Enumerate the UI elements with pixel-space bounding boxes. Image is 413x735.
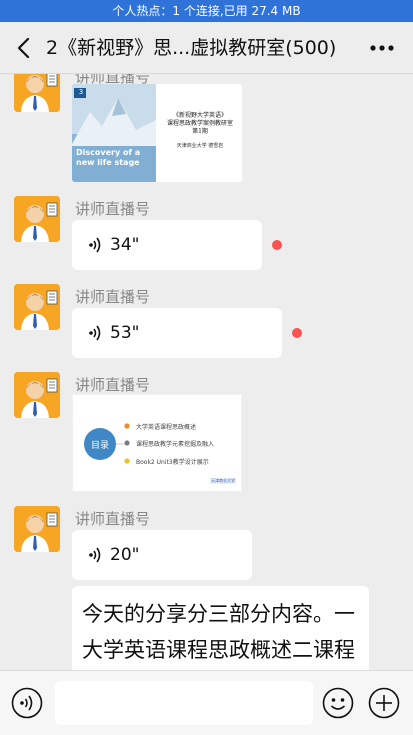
sender-name: 讲师直播号	[75, 376, 151, 394]
sender-name: 讲师直播号	[75, 200, 151, 218]
chat-title: 2《新视野》思...虚拟教研室(500)	[46, 37, 337, 59]
input-bar	[0, 670, 413, 735]
toc-item: 课程思政教学元素挖掘及融入	[136, 441, 215, 448]
sender-name: 讲师直播号	[75, 288, 151, 306]
teacher-avatar-icon	[14, 372, 60, 418]
message-list[interactable]: 讲师直播号 3 Discovery of a new life stage 《新…	[0, 74, 413, 670]
toc-item: Book2 Unit3教学设计展示	[136, 459, 209, 466]
voice-wave-icon	[89, 325, 101, 341]
voice-message[interactable]: 20"	[72, 530, 252, 580]
slide-title-line3: 第1期	[192, 128, 208, 135]
voice-input-icon[interactable]	[11, 687, 43, 719]
voice-wave-icon	[89, 547, 101, 563]
voice-duration: 34"	[110, 235, 140, 255]
teacher-avatar-icon	[14, 506, 60, 552]
chat-header: 2《新视野》思...虚拟教研室(500)	[0, 22, 413, 74]
sender-name: 讲师直播号	[75, 510, 151, 528]
hotspot-status-bar: 个人热点：1 个连接,已用 27.4 MB	[0, 0, 413, 22]
emoji-icon[interactable]	[322, 687, 354, 719]
image-message[interactable]: 目录 大学英语课程思政概述 课程思政教学元素挖掘及融入 Book2 Unit3教…	[72, 394, 242, 492]
voice-duration: 20"	[110, 545, 140, 565]
plus-icon[interactable]	[368, 687, 400, 719]
slide-logo-text: 天津商业大学	[211, 478, 235, 483]
hotspot-text: 个人热点：1 个连接,已用 27.4 MB	[112, 4, 301, 18]
voice-message[interactable]: 34"	[72, 220, 262, 270]
toc-item: 大学英语课程思政概述	[136, 424, 197, 431]
toc-label: 目录	[90, 441, 109, 451]
voice-duration: 53"	[110, 323, 140, 343]
sender-avatar[interactable]	[14, 284, 60, 330]
sender-avatar[interactable]	[14, 74, 60, 112]
slide-badge: 3	[78, 88, 84, 96]
more-options-icon[interactable]	[369, 44, 395, 52]
text-message[interactable]: 今天的分享分三部分内容。一大学英语课程思政概述二课程思政教学元素挖掘及融入 三	[72, 586, 369, 670]
voice-message[interactable]: 53"	[72, 308, 282, 358]
sender-avatar[interactable]	[14, 196, 60, 242]
teacher-avatar-icon	[14, 284, 60, 330]
message-input[interactable]	[55, 681, 313, 725]
teacher-avatar-icon	[14, 74, 60, 112]
slide-author: 天津商业大学 德雪岩	[176, 143, 224, 149]
image-message[interactable]: 3 Discovery of a new life stage 《新视野大学英语…	[72, 84, 242, 182]
sender-avatar[interactable]	[14, 506, 60, 552]
teacher-avatar-icon	[14, 196, 60, 242]
sender-avatar[interactable]	[14, 372, 60, 418]
back-arrow-icon[interactable]	[10, 34, 38, 62]
unread-dot	[292, 328, 302, 338]
voice-wave-icon	[89, 237, 101, 253]
slide-banner-text: Discovery of a new life stage	[76, 148, 141, 167]
unread-dot	[272, 240, 282, 250]
